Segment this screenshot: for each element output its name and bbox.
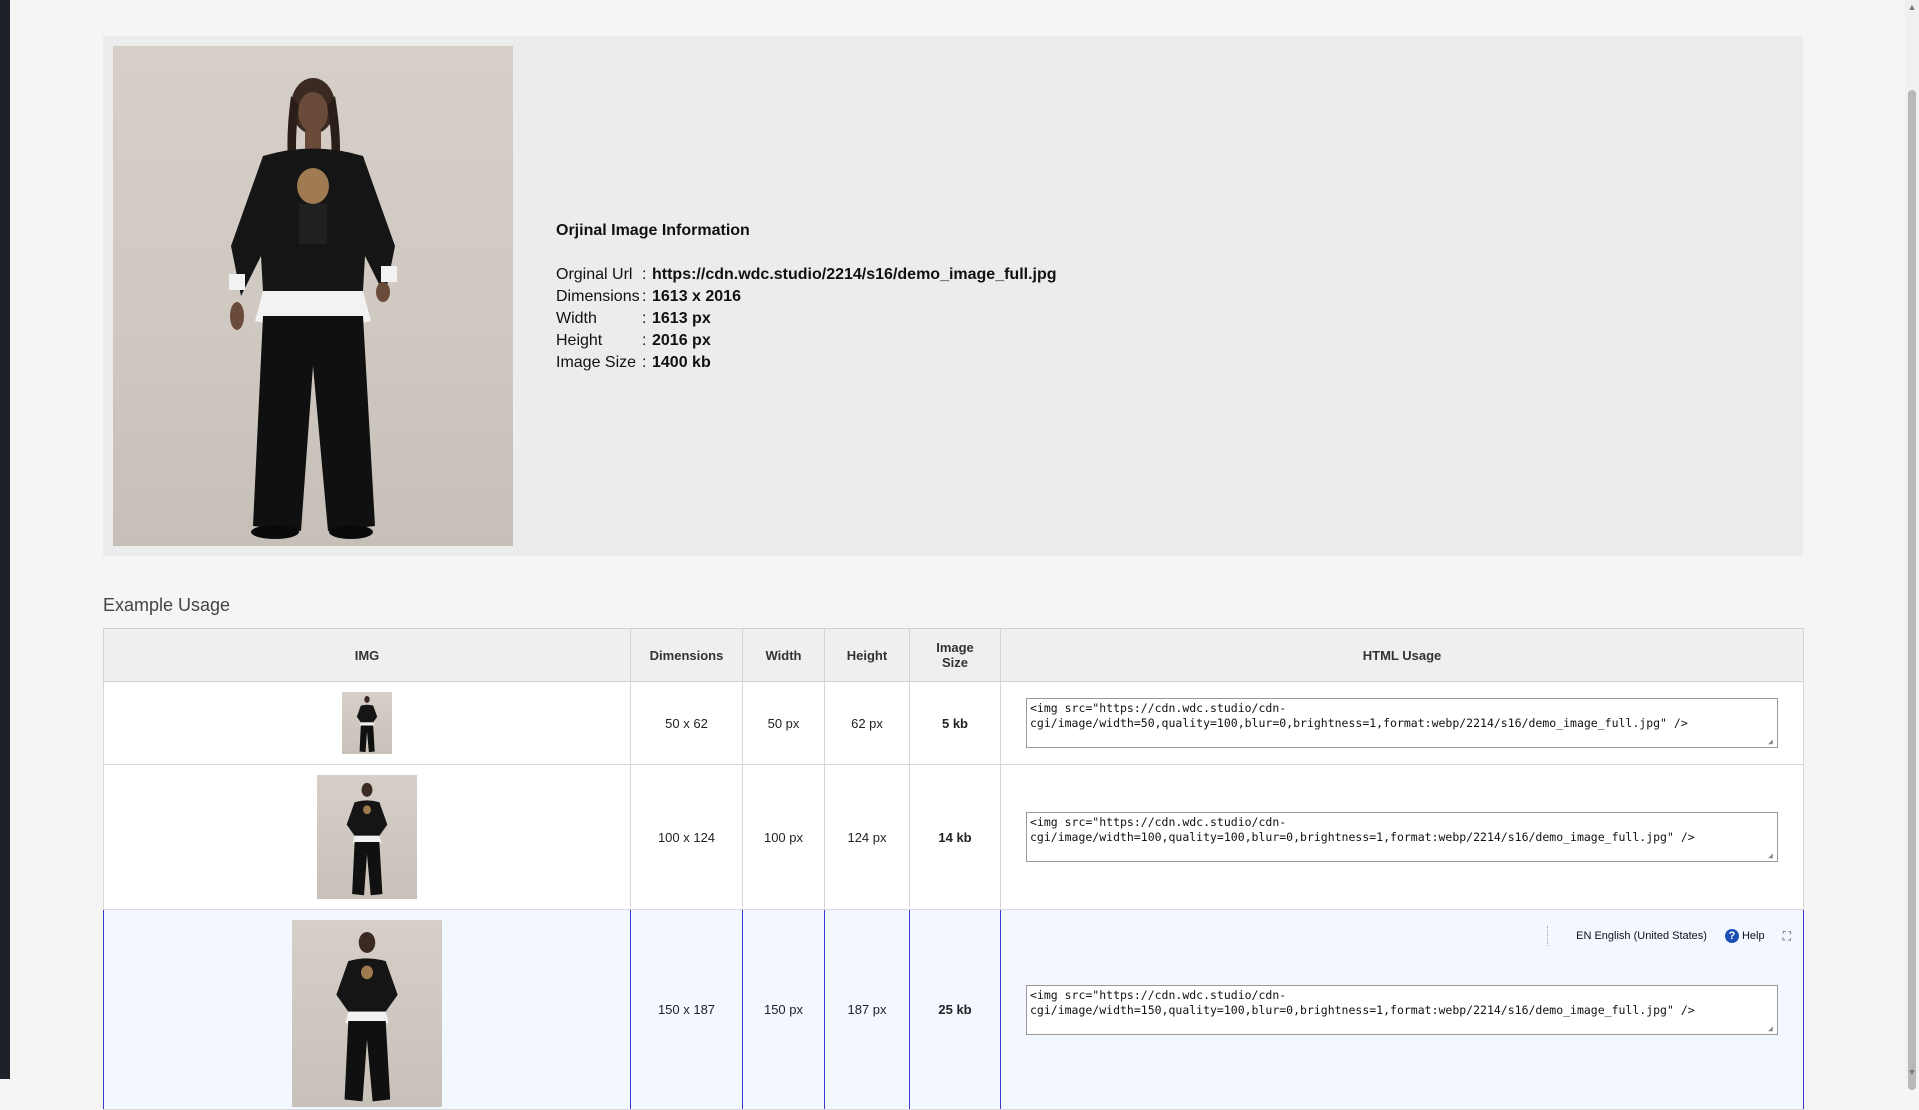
info-separator: : (642, 310, 647, 327)
expand-icon[interactable]: ⛶ (1783, 929, 1791, 944)
html-code-text: <img src="https://cdn.wdc.studio/cdn-cgi… (1030, 701, 1688, 730)
info-label: Width (556, 310, 597, 327)
info-row-dimensions: Dimensions : 1613 x 2016 (556, 286, 1057, 308)
header-dimensions: Dimensions (630, 628, 743, 682)
html-usage-cell: EN English (United States) ? Help ⛶ <img … (1000, 909, 1804, 1110)
example-usage-table: IMG Dimensions Width Height Image Size H… (103, 628, 1804, 1110)
language-selector[interactable]: EN English (United States) (1576, 930, 1707, 942)
help-label: Help (1741, 930, 1765, 942)
info-label: Orginal Url (556, 266, 633, 283)
info-separator: : (642, 288, 647, 305)
info-value-size: 1400 kb (652, 354, 711, 371)
img-cell (103, 909, 631, 1110)
image-info-block: Orjinal Image Information Orginal Url : … (556, 222, 1057, 374)
info-row-size: Image Size : 1400 kb (556, 352, 1057, 374)
img-cell (103, 764, 631, 910)
info-title: Orjinal Image Information (556, 222, 750, 239)
table-header-row: IMG Dimensions Width Height Image Size H… (103, 628, 1804, 682)
info-row-height: Height : 2016 px (556, 330, 1057, 352)
vertical-scrollbar[interactable]: ▲ ▼ (1905, 0, 1919, 1090)
width-cell: 100 px (742, 764, 825, 910)
width-cell: 150 px (742, 909, 825, 1110)
help-button[interactable]: ? Help (1724, 929, 1765, 943)
info-value-url: https://cdn.wdc.studio/2214/s16/demo_ima… (652, 266, 1057, 283)
html-code-text: <img src="https://cdn.wdc.studio/cdn-cgi… (1030, 987, 1695, 1017)
left-edge-strip (0, 0, 10, 1079)
help-circle-icon: ? (1724, 929, 1739, 943)
example-usage-heading: Example Usage (103, 595, 231, 615)
height-cell: 124 px (824, 764, 910, 910)
html-usage-cell: <img src="https://cdn.wdc.studio/cdn-cgi… (1000, 764, 1804, 910)
language-toolbar: EN English (United States) ? Help ⛶ (1547, 926, 1791, 946)
dimensions-cell: 50 x 62 (630, 681, 743, 765)
html-usage-cell: <img src="https://cdn.wdc.studio/cdn-cgi… (1000, 681, 1804, 765)
info-separator: : (642, 332, 647, 349)
info-separator: : (642, 266, 647, 283)
width-cell: 50 px (742, 681, 825, 765)
table-row: 50 x 62 50 px 62 px 5 kb <img src="https… (103, 681, 1804, 765)
info-row-width: Width : 1613 px (556, 308, 1057, 330)
header-width: Width (742, 628, 825, 682)
header-size-line1: Image (936, 640, 974, 655)
html-code-text: <img src="https://cdn.wdc.studio/cdn-cgi… (1030, 815, 1695, 844)
info-row-url: Orginal Url : https://cdn.wdc.studio/221… (556, 264, 1057, 286)
table-row-highlighted: 150 x 187 150 px 187 px 25 kb EN English… (103, 909, 1804, 1110)
header-size-line2: Size (941, 655, 968, 670)
dimensions-cell: 150 x 187 (630, 909, 743, 1110)
info-label: Height (556, 332, 603, 349)
resize-grip-icon[interactable]: ◢ (1768, 852, 1776, 860)
main-content: Orjinal Image Information Orginal Url : … (103, 36, 1804, 1110)
original-image (113, 46, 513, 546)
info-value-dimensions: 1613 x 2016 (652, 288, 741, 305)
size-cell: 25 kb (909, 909, 1001, 1110)
info-separator: : (642, 354, 647, 371)
info-value-height: 2016 px (652, 332, 711, 349)
scroll-up-arrow-icon[interactable]: ▲ (1907, 2, 1917, 12)
header-img: IMG (103, 628, 631, 682)
html-code-textarea[interactable]: <img src="https://cdn.wdc.studio/cdn-cgi… (1026, 812, 1778, 862)
img-cell (103, 681, 631, 765)
info-label: Dimensions (556, 288, 640, 305)
resize-grip-icon[interactable]: ◢ (1768, 738, 1776, 746)
height-cell: 62 px (824, 681, 910, 765)
original-image-panel: Orjinal Image Information Orginal Url : … (103, 36, 1803, 556)
thumbnail-image (317, 775, 417, 899)
header-image-size: Image Size (909, 628, 1001, 682)
info-label: Image Size (556, 354, 637, 371)
html-code-textarea[interactable]: <img src="https://cdn.wdc.studio/cdn-cgi… (1026, 984, 1778, 1035)
scroll-thumb[interactable] (1908, 90, 1916, 1090)
header-height: Height (824, 628, 910, 682)
header-html-usage: HTML Usage (1000, 628, 1804, 682)
height-cell: 187 px (824, 909, 910, 1110)
size-cell: 14 kb (909, 764, 1001, 910)
thumbnail-image (342, 692, 392, 754)
scroll-down-arrow-icon[interactable]: ▼ (1907, 1067, 1917, 1077)
html-code-textarea[interactable]: <img src="https://cdn.wdc.studio/cdn-cgi… (1026, 698, 1778, 748)
info-value-width: 1613 px (652, 310, 711, 327)
resize-grip-icon[interactable]: ◢ (1768, 1024, 1776, 1033)
dimensions-cell: 100 x 124 (630, 764, 743, 910)
size-cell: 5 kb (909, 681, 1001, 765)
model-figure-illustration (229, 78, 397, 539)
table-row: 100 x 124 100 px 124 px 14 kb <img src="… (103, 764, 1804, 910)
